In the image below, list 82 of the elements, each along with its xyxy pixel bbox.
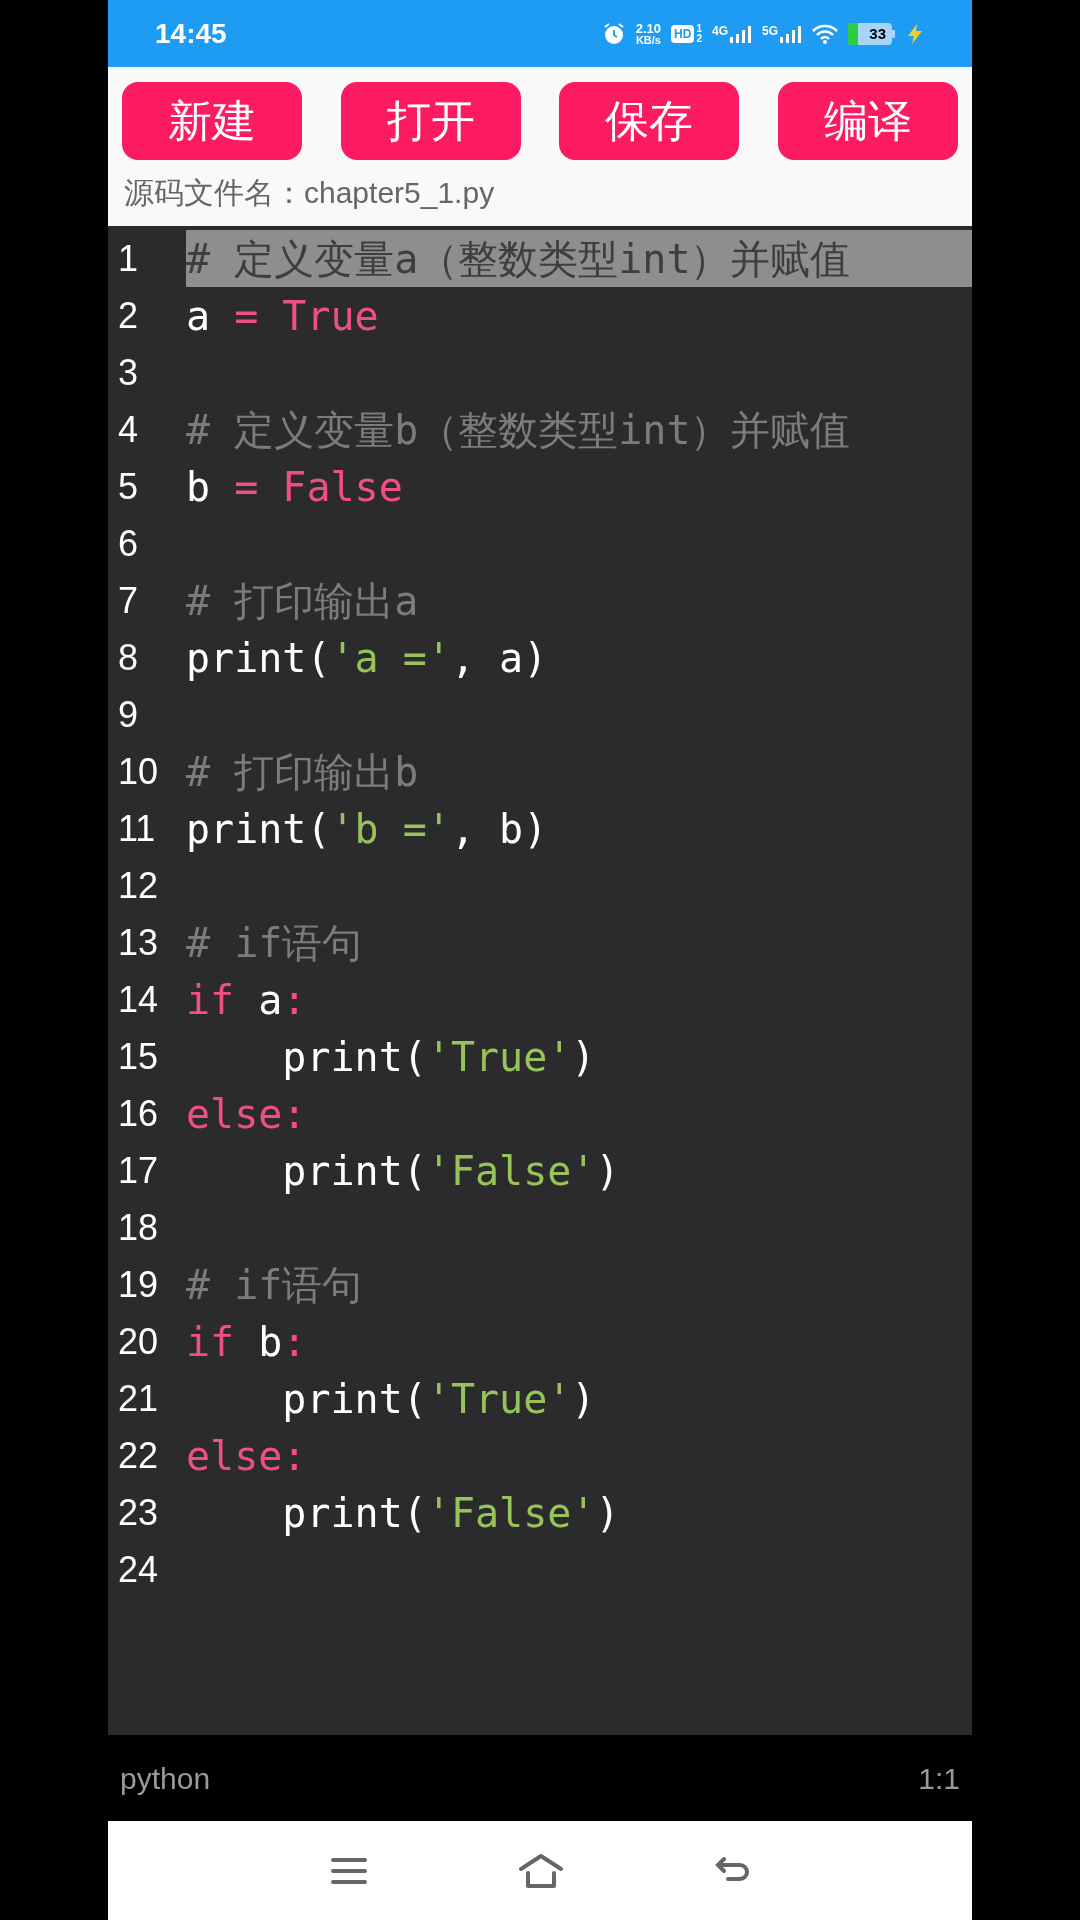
code-token: print( xyxy=(281,1374,427,1424)
code-token: = True xyxy=(234,291,379,341)
code-token: b xyxy=(186,462,212,512)
battery-indicator: 33 xyxy=(848,22,895,45)
code-token: 'b =' xyxy=(330,804,451,854)
line-number: 18 xyxy=(117,1205,160,1250)
line-number: 13 xyxy=(117,920,160,965)
code-token: # 定义变量a（整数类型int）并赋值 xyxy=(186,234,851,284)
code-token: a xyxy=(257,975,283,1025)
code-token: else: xyxy=(186,1431,307,1481)
code-token: print( xyxy=(186,633,331,683)
toolbar-button[interactable]: 新建 xyxy=(122,82,302,160)
line-number: 21 xyxy=(117,1376,160,1421)
line-number: 17 xyxy=(117,1148,160,1193)
code-token: print( xyxy=(281,1146,427,1196)
toolbar-button[interactable]: 编译 xyxy=(777,82,958,160)
code-token: : xyxy=(282,1317,307,1367)
menu-icon[interactable] xyxy=(330,1855,368,1886)
code-token: 'a =' xyxy=(330,633,451,683)
line-number: 8 xyxy=(117,635,140,680)
line-number: 4 xyxy=(117,407,140,452)
file-name-label: 源码文件名：chapter5_1.py xyxy=(123,175,496,211)
line-number: 16 xyxy=(117,1091,160,1136)
code-token: 'True' xyxy=(426,1032,572,1082)
code-token: # 打印输出b xyxy=(186,747,419,797)
line-number: 14 xyxy=(117,977,160,1022)
code-token: : xyxy=(282,975,307,1025)
charging-icon xyxy=(905,22,925,45)
line-number: 24 xyxy=(117,1547,160,1592)
code-token: 'True' xyxy=(426,1374,572,1424)
code-token: # if语句 xyxy=(186,918,363,968)
line-number: 7 xyxy=(117,578,140,623)
code-token: # 定义变量b（整数类型int）并赋值 xyxy=(186,405,851,455)
code-token: 'False' xyxy=(426,1488,596,1538)
line-number: 15 xyxy=(117,1034,160,1079)
home-icon[interactable] xyxy=(518,1852,564,1889)
line-number: 2 xyxy=(117,293,140,338)
code-token: ) xyxy=(571,1032,596,1082)
code-token: print( xyxy=(186,804,331,854)
code-token: 'False' xyxy=(426,1146,596,1196)
cursor-position: 1:1 xyxy=(918,1760,960,1797)
line-number: 9 xyxy=(117,692,140,737)
speed-unit: KB/s xyxy=(635,34,661,46)
line-number: 11 xyxy=(117,806,157,851)
code-token: b xyxy=(257,1317,283,1367)
line-number: 19 xyxy=(117,1262,160,1307)
sim-index: 1 xyxy=(696,23,702,34)
code-token: # if语句 xyxy=(186,1260,363,1310)
hd-badge: HD xyxy=(671,24,695,43)
line-number: 6 xyxy=(117,521,140,566)
status-time: 14:45 xyxy=(155,16,227,51)
code-token: = False xyxy=(234,462,403,512)
sim-index: 2 xyxy=(696,33,702,44)
wifi-icon xyxy=(812,23,838,44)
code-token: ) xyxy=(595,1488,620,1538)
line-number: 12 xyxy=(117,863,160,908)
code-token: ) xyxy=(595,1146,620,1196)
line-number: 1 xyxy=(117,236,140,281)
network-type: 5G xyxy=(762,24,778,37)
code-token: , b) xyxy=(450,804,548,854)
line-number: 3 xyxy=(117,350,140,395)
line-number: 20 xyxy=(117,1319,160,1364)
code-token: , a) xyxy=(450,633,548,683)
line-number: 22 xyxy=(117,1433,160,1478)
code-token: else: xyxy=(186,1089,307,1139)
code-token: print( xyxy=(281,1032,427,1082)
line-number: 23 xyxy=(117,1490,160,1535)
network-type: 4G xyxy=(711,24,728,37)
code-token: # 打印输出a xyxy=(186,576,419,626)
line-number: 10 xyxy=(117,749,160,794)
language-label: python xyxy=(120,1760,211,1797)
signal-icon xyxy=(780,24,802,43)
line-number: 5 xyxy=(117,464,140,509)
code-token: if xyxy=(186,1317,235,1367)
toolbar-button[interactable]: 打开 xyxy=(340,82,521,160)
network-speed: 2.10 xyxy=(635,21,662,35)
code-token: ) xyxy=(571,1374,596,1424)
code-token: a xyxy=(186,291,212,341)
code-token: if xyxy=(186,975,235,1025)
toolbar-button[interactable]: 保存 xyxy=(559,82,740,160)
signal-icon xyxy=(730,24,752,43)
code-token: print( xyxy=(281,1488,427,1538)
